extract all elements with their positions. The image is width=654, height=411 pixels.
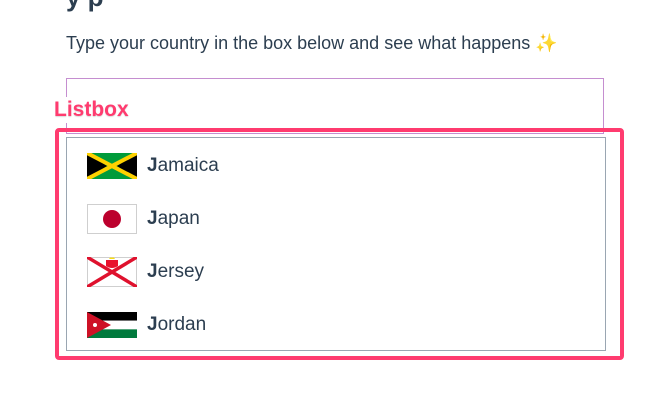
page: y p Type your country in the box below a…: [0, 0, 654, 411]
country-input[interactable]: [66, 78, 604, 134]
page-heading: y p: [66, 0, 104, 13]
instructions-text: Type your country in the box below and s…: [66, 33, 558, 53]
annotation-frame: [55, 128, 624, 360]
annotation-label: Listbox: [53, 97, 132, 123]
